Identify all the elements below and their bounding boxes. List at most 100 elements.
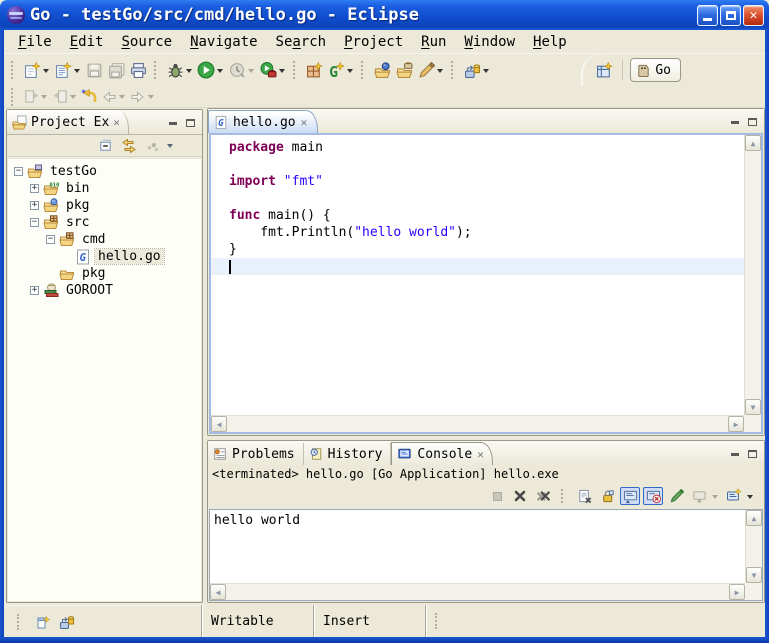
code-line[interactable]: package main [211,139,744,156]
open-console-dropdown[interactable] [747,495,753,502]
titlebar[interactable]: Go - testGo/src/cmd/hello.go - Eclipse ✕ [0,0,769,30]
new-project-icon[interactable] [303,59,325,81]
menu-window[interactable]: Window [456,32,523,52]
code-line-current[interactable] [211,258,744,275]
print-icon[interactable] [127,59,149,81]
collapse-icon[interactable]: − [14,167,23,176]
console-output[interactable]: hello world [210,510,745,583]
console-body[interactable]: hello world ▲ ▼ ◀ ▶ [209,509,763,601]
scroll-down-icon[interactable]: ▼ [746,567,762,583]
view-menu-icon[interactable] [167,144,173,151]
tab-problems[interactable]: Problems [208,443,304,465]
maximize-button[interactable] [720,5,741,26]
new-wizard-dropdown[interactable] [43,69,49,76]
tab-project-explorer[interactable]: Project Ex ✕ [7,110,129,134]
collapse-icon[interactable]: − [30,218,39,227]
collapse-all-icon[interactable] [95,137,115,155]
remove-all-launches-icon[interactable] [533,487,553,505]
menu-project[interactable]: Project [336,32,411,52]
toolbar-grip[interactable] [11,61,16,79]
minimize-button[interactable] [697,5,718,26]
scroll-right-icon[interactable]: ▶ [728,416,744,432]
perspective-go-button[interactable]: Go [630,58,681,82]
menu-edit[interactable]: Edit [62,32,112,52]
open-perspective-icon[interactable] [593,59,615,81]
launch-toolbar-icon[interactable] [59,614,75,630]
new-file-icon[interactable] [52,59,74,81]
tree-item-cmd[interactable]: −cmd [8,231,201,248]
last-edit-location-icon[interactable]: * [79,88,99,106]
toolbar-grip[interactable] [451,61,456,79]
editor-horizontal-scrollbar[interactable]: ◀ ▶ [211,415,744,432]
scroll-left-icon[interactable]: ◀ [210,584,226,600]
new-go-element-icon[interactable]: G [325,59,347,81]
code-line[interactable]: } [211,241,744,258]
tree-item-GOROOT[interactable]: +GOROOT [8,282,201,299]
open-resource-icon[interactable] [393,59,415,81]
close-button[interactable]: ✕ [743,5,764,26]
code-line[interactable]: func main() { [211,207,744,224]
run-icon[interactable] [195,59,217,81]
pin-console-icon[interactable] [666,487,686,505]
menu-source[interactable]: Source [113,32,180,52]
editor-body[interactable]: package mainimport "fmt"func main() { fm… [209,133,763,434]
menu-search[interactable]: Search [268,32,335,52]
clear-console-icon[interactable] [574,487,594,505]
console-vertical-scrollbar[interactable]: ▲ ▼ [745,510,762,583]
expand-icon[interactable]: + [30,201,39,210]
tree-item-hello-go[interactable]: Ghello.go [8,248,201,265]
menu-help[interactable]: Help [525,32,575,52]
open-type-icon[interactable] [371,59,393,81]
menu-run[interactable]: Run [413,32,454,52]
tree-item-src[interactable]: −src [8,214,201,231]
remove-launch-icon[interactable] [510,487,530,505]
debug-dropdown[interactable] [186,69,192,76]
new-go-element-dropdown[interactable] [347,69,353,76]
tree-item-pkg[interactable]: pkg [8,265,201,282]
toolbar-grip[interactable] [293,61,298,79]
console-horizontal-scrollbar[interactable]: ◀ ▶ [210,583,745,600]
code-line[interactable]: fmt.Println("hello world"); [211,224,744,241]
close-icon[interactable]: ✕ [301,116,308,129]
link-with-editor-icon[interactable] [119,137,139,155]
collapse-icon[interactable]: − [46,235,55,244]
toolbar-grip[interactable] [154,61,159,79]
show-stderr-toggle-icon[interactable] [643,487,663,505]
tab-console[interactable]: Console ✕ [391,442,492,465]
run-dropdown[interactable] [217,69,223,76]
maximize-view-icon[interactable] [745,448,759,460]
launch-config-dropdown[interactable] [483,69,489,76]
scroll-up-icon[interactable]: ▲ [745,135,761,151]
code-area[interactable]: package mainimport "fmt"func main() { fm… [211,135,744,415]
launch-config-icon[interactable] [461,59,483,81]
minimize-view-icon[interactable] [166,117,180,129]
expand-icon[interactable]: + [30,286,39,295]
fast-view-icon[interactable] [35,614,51,630]
minimize-view-icon[interactable] [728,116,742,128]
open-console-icon[interactable] [724,487,744,505]
tree-item-pkg[interactable]: +pkg [8,197,201,214]
code-line[interactable] [211,190,744,207]
code-line[interactable] [211,156,744,173]
mark-occurrences-icon[interactable] [415,59,437,81]
close-icon[interactable]: ✕ [113,116,120,129]
new-wizard-icon[interactable] [21,59,43,81]
tab-hello-go[interactable]: G hello.go ✕ [208,110,318,133]
show-stdout-toggle-icon[interactable] [620,487,640,505]
toolbar-grip[interactable] [361,61,366,79]
mark-occurrences-dropdown[interactable] [437,69,443,76]
tree-item-bin[interactable]: +010bin [8,180,201,197]
scroll-right-icon[interactable]: ▶ [729,584,745,600]
maximize-view-icon[interactable] [183,117,197,129]
scroll-up-icon[interactable]: ▲ [746,510,762,526]
debug-icon[interactable] [164,59,186,81]
editor-vertical-scrollbar[interactable]: ▲ ▼ [744,135,761,415]
maximize-view-icon[interactable] [745,116,759,128]
scroll-lock-icon[interactable] [597,487,617,505]
minimize-view-icon[interactable] [728,448,742,460]
tree-item-testGo[interactable]: −testGo [8,163,201,180]
expand-icon[interactable]: + [30,184,39,193]
scroll-down-icon[interactable]: ▼ [745,399,761,415]
external-tools-icon[interactable] [257,59,279,81]
tab-history[interactable]: History [304,443,392,465]
